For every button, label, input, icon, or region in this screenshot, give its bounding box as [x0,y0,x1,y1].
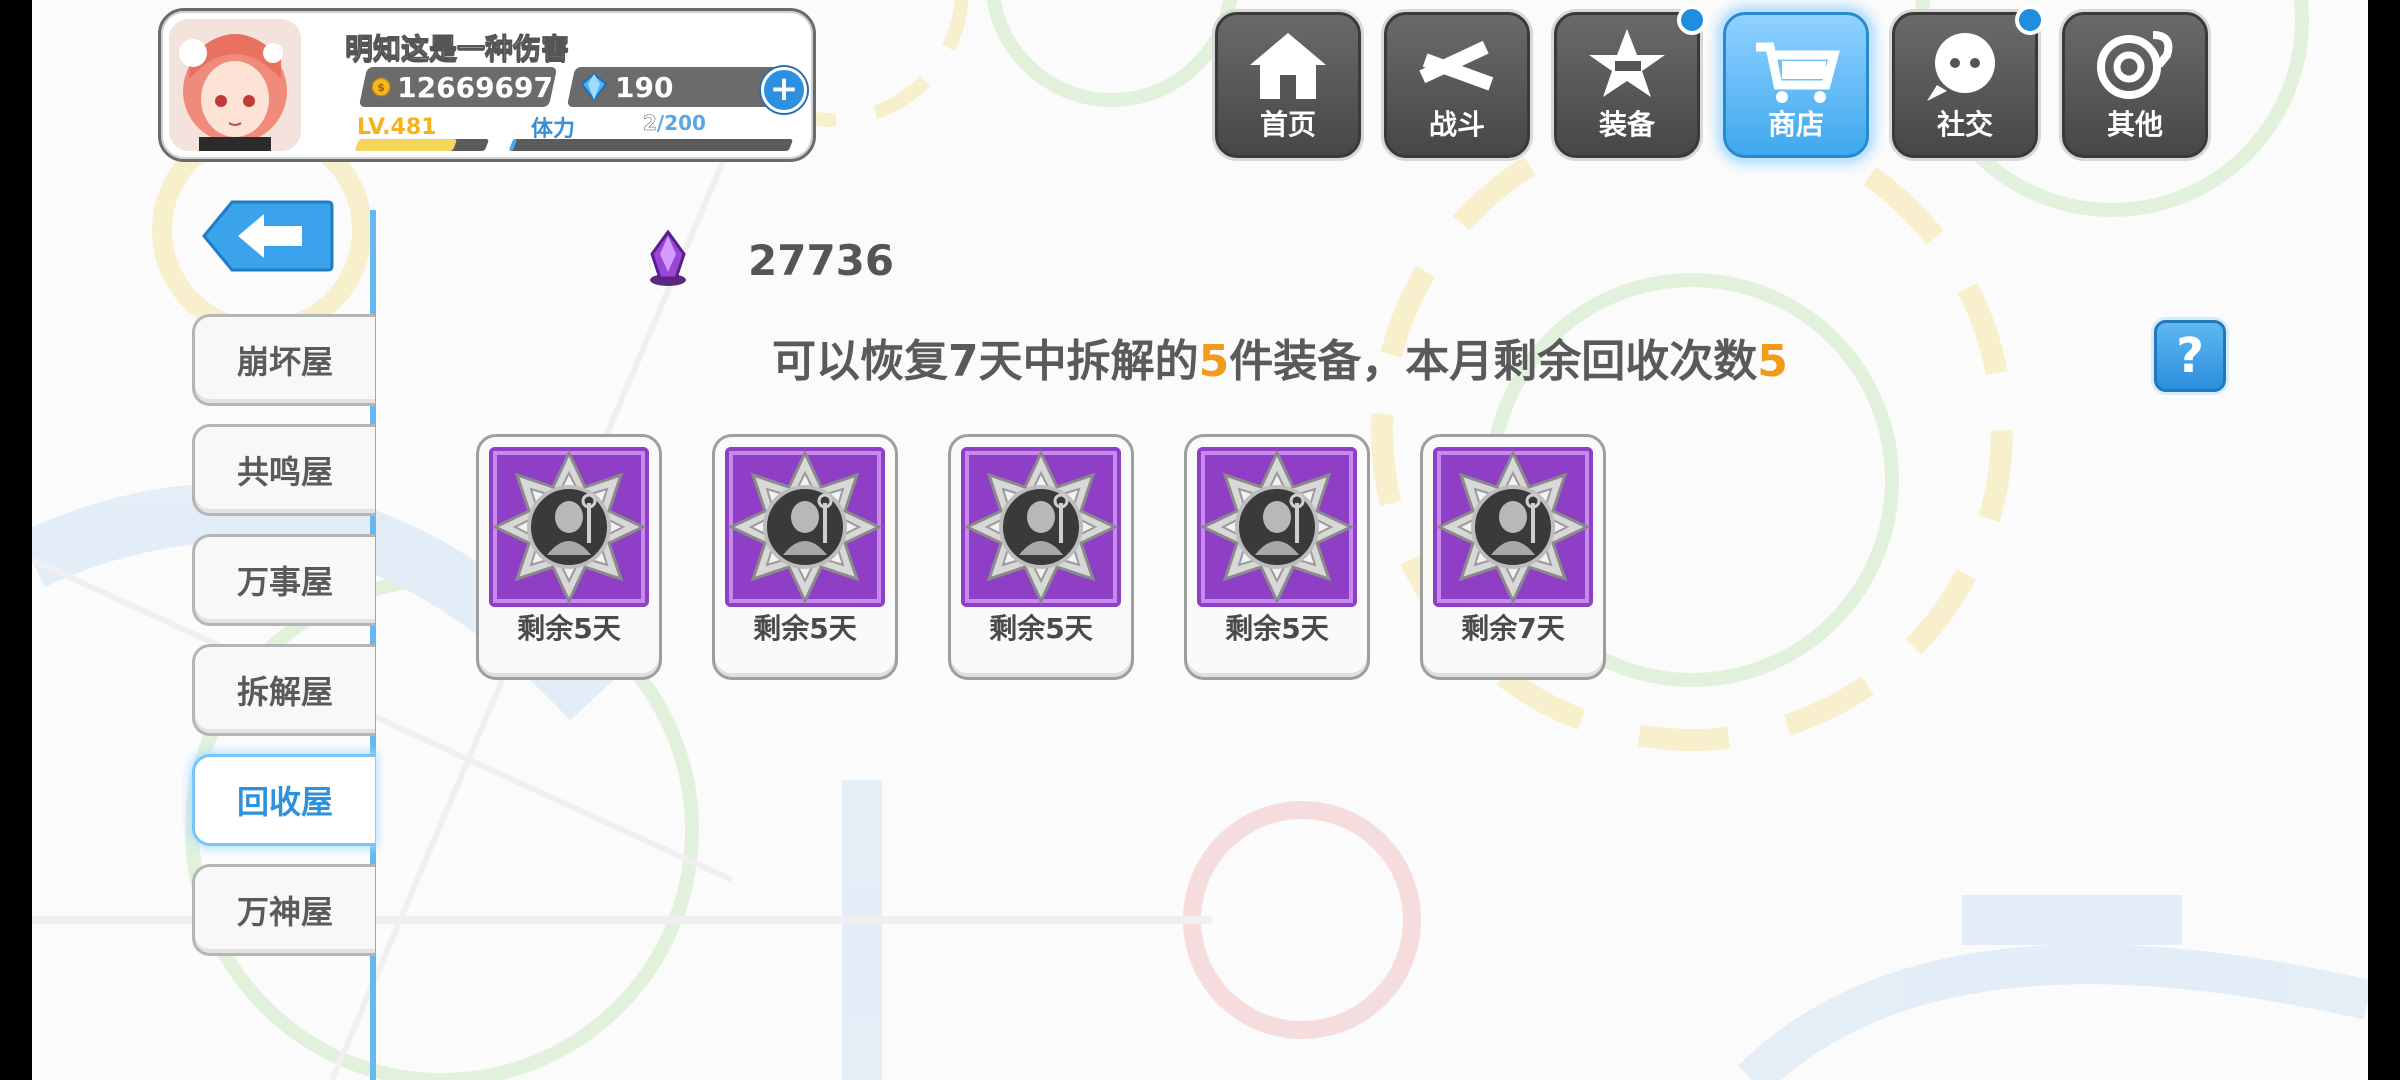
nav-tab-3[interactable]: 商店 [1723,12,1869,158]
days-remaining-label: 剩余5天 [1225,612,1329,645]
help-button[interactable]: ? [2154,320,2226,392]
purple-crystal-icon [650,229,686,286]
side-menu-item[interactable]: 拆解屋 [192,644,375,736]
days-remaining-label: 剩余5天 [753,612,857,645]
social-face-icon [1927,33,1995,101]
equipment-icon [1433,447,1593,607]
house-icon [1250,33,1326,99]
side-menu-item[interactable]: 万事屋 [192,534,375,626]
equipment-card[interactable]: 剩余7天 [1420,434,1606,680]
silver-emblem-icon [725,447,885,607]
notification-dot [1677,5,1707,35]
nav-tab-label: 装备 [1598,108,1655,141]
side-menu-item[interactable]: 崩坏屋 [192,314,375,406]
nav-tab-1[interactable]: 战斗 [1384,12,1530,158]
equipment-card[interactable]: 剩余5天 [712,434,898,680]
nav-tab-2[interactable]: 装备 [1554,5,1707,158]
recovery-info-text: 可以恢复7天中拆解的5件装备，本月剩余回收次数5 [772,336,1788,387]
silver-emblem-icon [1197,447,1357,607]
equipment-icon [489,447,649,607]
side-menu-label: 万神屋 [236,893,333,931]
equipment-card[interactable]: 剩余5天 [948,434,1134,680]
silver-emblem-icon [489,447,649,607]
nav-tab-0[interactable]: 首页 [1215,12,1361,158]
back-button[interactable] [202,198,334,274]
nav-tab-label: 首页 [1259,108,1316,141]
side-menu-item[interactable]: 共鸣屋 [192,424,375,516]
player-info-panel[interactable]: 明知这是一种伤害 $ 12669697 190 + LV.481 体力 2/20… [158,8,816,162]
equipment-icon [725,447,885,607]
nav-tab-label: 其他 [2106,108,2163,141]
side-menu-item[interactable]: 万神屋 [192,864,375,956]
nav-tab-label: 商店 [1767,108,1824,141]
side-menu-item[interactable]: 回收屋 [192,754,375,846]
days-remaining-label: 剩余5天 [517,612,621,645]
player-name: 明知这是一种伤害 [344,32,570,66]
side-menu-label: 万事屋 [236,563,333,601]
nav-tab-label: 社交 [1936,108,1993,141]
star-gun-icon [1589,29,1665,97]
stamina-value: 2/200 [643,111,706,136]
avatar[interactable] [169,19,301,151]
shopping-cart-icon [1756,42,1840,103]
nav-tab-4[interactable]: 社交 [1892,5,2045,158]
days-remaining-label: 剩余7天 [1461,612,1565,645]
side-menu-label: 回收屋 [236,783,333,821]
side-menu-label: 共鸣屋 [236,453,333,491]
recovery-currency-value: 27736 [748,236,895,285]
notification-dot [2015,5,2045,35]
gem-icon [580,72,608,102]
days-remaining-label: 剩余5天 [989,612,1093,645]
player-level: LV.481 [357,115,437,140]
nav-tab-5[interactable]: 其他 [2062,12,2208,158]
exp-bar [354,139,490,151]
nav-tab-label: 战斗 [1428,108,1485,141]
target-icon [2097,31,2173,99]
equipment-icon [961,447,1121,607]
silver-emblem-icon [1433,447,1593,607]
equipment-card[interactable]: 剩余5天 [476,434,662,680]
gem-counter: 190 [566,67,788,107]
game-screen: 明知这是一种伤害 $ 12669697 190 + LV.481 体力 2/20… [32,0,2368,1080]
gold-coin-icon: $ [371,77,391,97]
gold-counter: $ 12669697 [358,67,558,107]
crossed-guns-icon [1419,40,1494,91]
silver-emblem-icon [961,447,1121,607]
side-menu-label: 拆解屋 [236,673,333,711]
equipment-icon [1197,447,1357,607]
gold-value: 12669697 [397,70,553,104]
equipment-card[interactable]: 剩余5天 [1184,434,1370,680]
stamina-bar [508,139,794,151]
gem-value: 190 [615,70,674,104]
add-gems-button[interactable]: + [761,67,807,113]
svg-text:$: $ [377,81,384,94]
side-menu-label: 崩坏屋 [236,343,333,381]
